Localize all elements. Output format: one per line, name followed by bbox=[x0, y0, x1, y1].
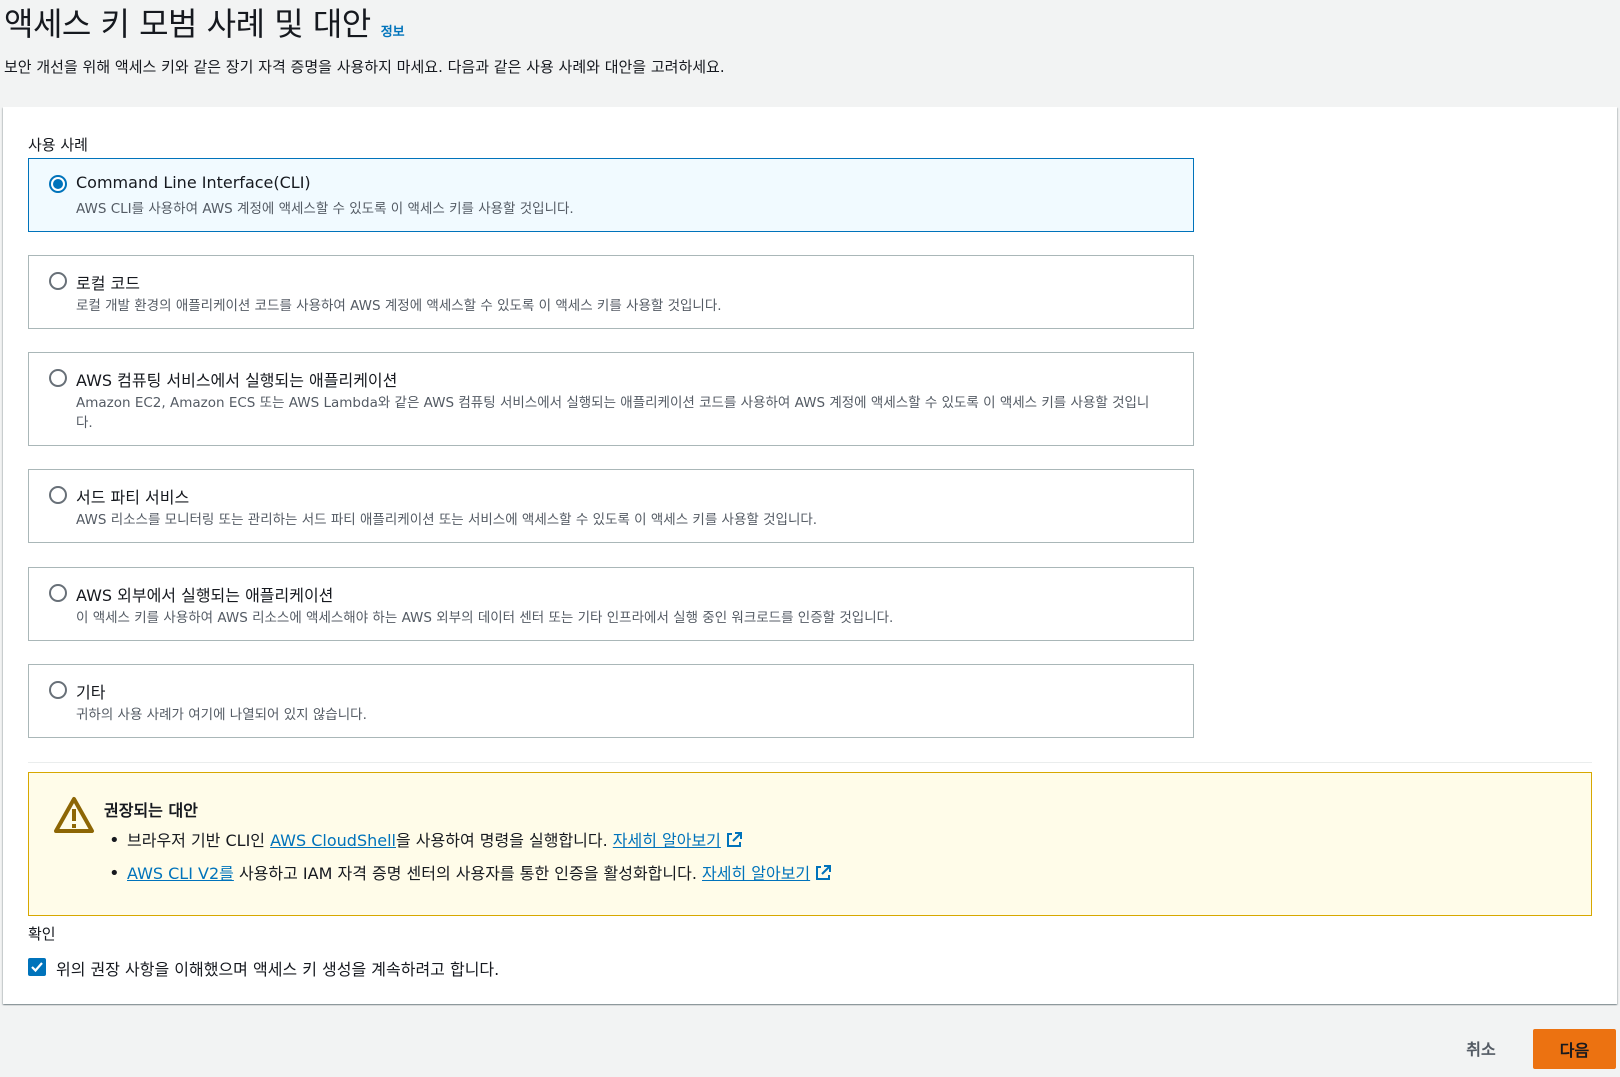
confirmation-label: 확인 bbox=[28, 925, 56, 943]
aws-cli-v2-link[interactable]: AWS CLI V2를 bbox=[127, 864, 234, 883]
text: 사용하고 IAM 자격 증명 센터의 사용자를 통한 인증을 활성화합니다. bbox=[233, 864, 703, 883]
page-header: 액세스 키 모범 사례 및 대안 정보 보안 개선을 위해 액세스 키와 같은 … bbox=[4, 2, 1604, 77]
use-case-option-other[interactable]: 기타 귀하의 사용 사례가 여기에 나열되어 있지 않습니다. bbox=[28, 664, 1194, 738]
title-row: 액세스 키 모범 사례 및 대안 정보 bbox=[4, 2, 1604, 44]
alert-list-item: 브라우저 기반 CLI인 AWS CloudShell을 사용하여 명령을 실행… bbox=[107, 829, 832, 862]
option-title: AWS 외부에서 실행되는 애플리케이션 bbox=[76, 586, 334, 605]
option-description: 귀하의 사용 사례가 여기에 나열되어 있지 않습니다. bbox=[76, 707, 367, 723]
page-title: 액세스 키 모범 사례 및 대안 bbox=[4, 5, 371, 43]
radio-button[interactable] bbox=[49, 584, 67, 602]
option-title: 서드 파티 서비스 bbox=[76, 488, 190, 507]
option-description: 로컬 개발 환경의 애플리케이션 코드를 사용하여 AWS 계정에 액세스할 수… bbox=[76, 298, 722, 314]
warning-icon bbox=[54, 797, 94, 833]
use-case-option-local-code[interactable]: 로컬 코드 로컬 개발 환경의 애플리케이션 코드를 사용하여 AWS 계정에 … bbox=[28, 255, 1194, 329]
use-case-option-aws-compute[interactable]: AWS 컴퓨팅 서비스에서 실행되는 애플리케이션 Amazon EC2, Am… bbox=[28, 352, 1194, 446]
learn-more-label: 자세히 알아보기 bbox=[702, 864, 811, 883]
radio-button[interactable] bbox=[49, 486, 67, 504]
radio-button-selected[interactable] bbox=[49, 175, 67, 193]
external-link-icon bbox=[816, 865, 832, 880]
alert-title: 권장되는 대안 bbox=[104, 801, 198, 820]
option-title: AWS 컴퓨팅 서비스에서 실행되는 애플리케이션 bbox=[76, 371, 398, 390]
option-description: AWS 리소스를 모니터링 또는 관리하는 서드 파티 애플리케이션 또는 서비… bbox=[76, 512, 818, 528]
radio-button[interactable] bbox=[49, 369, 67, 387]
use-case-option-outside-aws[interactable]: AWS 외부에서 실행되는 애플리케이션 이 액세스 키를 사용하여 AWS 리… bbox=[28, 567, 1194, 641]
option-title: 기타 bbox=[76, 683, 106, 702]
external-link-icon bbox=[726, 832, 742, 847]
use-case-panel: 사용 사례 Command Line Interface(CLI) AWS CL… bbox=[3, 107, 1617, 1004]
cloudshell-link[interactable]: AWS CloudShell bbox=[270, 831, 396, 850]
learn-more-link[interactable]: 자세히 알아보기 bbox=[613, 831, 743, 850]
option-description: 이 액세스 키를 사용하여 AWS 리소스에 액세스해야 하는 AWS 외부의 … bbox=[76, 610, 894, 626]
page-description: 보안 개선을 위해 액세스 키와 같은 장기 자격 증명을 사용하지 마세요. … bbox=[4, 58, 725, 76]
text: 브라우저 기반 CLI인 bbox=[127, 831, 271, 850]
alert-list-item: AWS CLI V2를 사용하고 IAM 자격 증명 센터의 사용자를 통한 인… bbox=[107, 862, 832, 895]
alert-list: 브라우저 기반 CLI인 AWS CloudShell을 사용하여 명령을 실행… bbox=[107, 829, 832, 895]
checkmark-icon bbox=[31, 962, 43, 973]
use-case-option-cli[interactable]: Command Line Interface(CLI) AWS CLI를 사용하… bbox=[28, 158, 1194, 232]
use-case-label: 사용 사례 bbox=[28, 136, 88, 154]
next-button[interactable]: 다음 bbox=[1533, 1029, 1616, 1069]
option-description: AWS CLI를 사용하여 AWS 계정에 액세스할 수 있도록 이 액세스 키… bbox=[76, 201, 574, 217]
use-case-option-third-party[interactable]: 서드 파티 서비스 AWS 리소스를 모니터링 또는 관리하는 서드 파티 애플… bbox=[28, 469, 1194, 543]
confirmation-checkbox-label[interactable]: 위의 권장 사항을 이해했으며 액세스 키 생성을 계속하려고 합니다. bbox=[56, 956, 499, 980]
confirmation-checkbox[interactable] bbox=[28, 958, 46, 976]
text: 을 사용하여 명령을 실행합니다. bbox=[395, 831, 613, 850]
radio-button[interactable] bbox=[49, 272, 67, 290]
option-title: Command Line Interface(CLI) bbox=[76, 173, 311, 192]
learn-more-link[interactable]: 자세히 알아보기 bbox=[702, 864, 832, 883]
learn-more-label: 자세히 알아보기 bbox=[612, 831, 721, 850]
cancel-button[interactable]: 취소 bbox=[1446, 1028, 1516, 1068]
option-description: Amazon EC2, Amazon ECS 또는 AWS Lambda와 같은… bbox=[76, 395, 1150, 431]
option-title: 로컬 코드 bbox=[76, 274, 140, 293]
recommended-alternatives-alert: 권장되는 대안 브라우저 기반 CLI인 AWS CloudShell을 사용하… bbox=[28, 772, 1592, 916]
divider bbox=[28, 762, 1592, 763]
info-link[interactable]: 정보 bbox=[381, 21, 405, 40]
radio-button[interactable] bbox=[49, 681, 67, 699]
